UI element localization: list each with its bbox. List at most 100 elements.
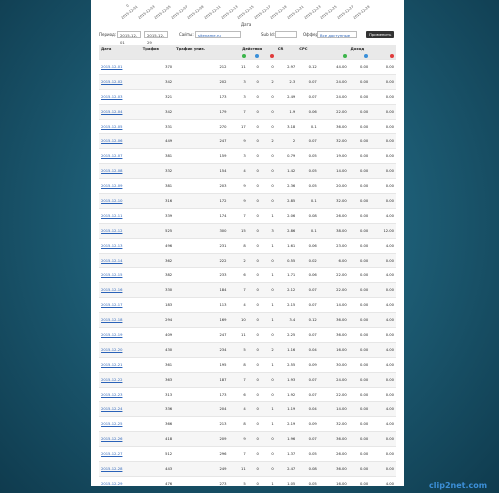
cell-unique: 204	[174, 401, 229, 418]
cell-approved: 6	[228, 387, 248, 403]
date-link[interactable]: 2015-12-11	[101, 214, 122, 218]
date-link[interactable]: 2015-12-15	[101, 273, 122, 277]
col-cr[interactable]: CR	[275, 45, 298, 52]
offers-select[interactable]: Все доступные	[317, 31, 357, 38]
date-link[interactable]: 2015-12-21	[101, 363, 122, 367]
col-date[interactable]: Дата	[99, 45, 141, 52]
date-link[interactable]: 2015-12-01	[101, 65, 122, 69]
cell-unique: 202	[174, 74, 229, 90]
date-link[interactable]: 2015-12-17	[101, 303, 122, 307]
apply-button[interactable]: Применить	[366, 31, 395, 38]
date-link[interactable]: 2015-12-14	[101, 259, 122, 263]
cell-date: 2015-12-11	[99, 208, 141, 224]
cell-rejected: 0	[260, 89, 276, 105]
cell-income-approved: 36.00	[318, 312, 349, 329]
subid-label: Sub Id:	[261, 32, 275, 37]
cell-rejected: 1	[260, 401, 276, 418]
period-label: Период:	[99, 32, 117, 37]
date-link[interactable]: 2015-12-26	[101, 437, 122, 441]
cell-unique: 184	[174, 282, 229, 299]
cell-pending: 0	[247, 401, 261, 418]
date-link[interactable]: 2015-12-12	[101, 229, 122, 233]
cell-income-rejected: 12.00	[370, 223, 396, 239]
cell-unique: 159	[174, 148, 229, 165]
date-link[interactable]: 2015-12-23	[101, 393, 122, 397]
cell-income-approved: 36.00	[318, 327, 349, 343]
cell-income-rejected: 0.00	[370, 431, 396, 448]
cell-rejected: 0	[260, 431, 276, 448]
date-link[interactable]: 2015-12-08	[101, 169, 122, 173]
date-link[interactable]: 2015-12-20	[101, 348, 122, 352]
cell-cr: 2	[275, 133, 298, 150]
cell-traffic: 381	[140, 148, 175, 165]
cell-approved: 7	[228, 208, 248, 224]
date-link[interactable]: 2015-12-06	[101, 139, 122, 143]
date-link[interactable]: 2015-12-25	[101, 422, 122, 426]
cell-income-rejected: 0.00	[370, 193, 396, 209]
date-link[interactable]: 2015-12-18	[101, 318, 122, 322]
cell-income-rejected: 0.00	[370, 387, 396, 403]
cell-rejected: 0	[260, 59, 276, 75]
date-link[interactable]: 2015-12-05	[101, 125, 122, 129]
col-cpc[interactable]: CPC	[297, 45, 319, 52]
date-link[interactable]: 2015-12-22	[101, 378, 122, 382]
date-link[interactable]: 2015-12-28	[101, 467, 122, 471]
cell-cpc: 0.07	[297, 387, 319, 403]
cell-income-approved: 36.00	[318, 119, 349, 135]
cell-date: 2015-12-01	[99, 59, 141, 75]
cell-unique: 173	[174, 89, 229, 105]
date-link[interactable]: 2015-12-29	[101, 482, 122, 486]
col-income[interactable]: Доход	[318, 45, 396, 52]
chart-area: 0 2015-12-01 2015-12-03 2015-12-05 2015-12-…	[91, 0, 404, 28]
date-link[interactable]: 2015-12-24	[101, 407, 122, 411]
cell-pending: 0	[247, 387, 261, 403]
table-row: 2015-12-16 330 184 7 0 0 2.12 0.07 22.00 0.00 0.00	[99, 282, 396, 299]
date-link[interactable]: 2015-12-10	[101, 199, 122, 203]
date-link[interactable]: 2015-12-02	[101, 80, 122, 84]
cell-date: 2015-12-13	[99, 238, 141, 254]
cell-rejected: 1	[260, 416, 276, 433]
cell-cpc: 0.07	[297, 74, 319, 90]
cell-approved: 4	[228, 401, 248, 418]
date-to-input[interactable]: 2015-12-29	[144, 31, 168, 45]
cell-traffic: 336	[140, 401, 175, 418]
cell-traffic: 476	[140, 476, 175, 486]
cell-unique: 247	[174, 133, 229, 150]
cell-pending: 0	[247, 327, 261, 343]
cell-cpc: 0.1	[297, 193, 319, 209]
subid-input[interactable]	[275, 31, 297, 38]
cell-rejected: 0	[260, 104, 276, 120]
cell-cr: 2.85	[275, 193, 298, 209]
table-row: 2015-12-14 362 222 2 0 0 0.55 0.02 6.00 0.00 0.00	[99, 253, 396, 269]
date-link[interactable]: 2015-12-16	[101, 288, 122, 292]
cell-pending: 0	[247, 446, 261, 463]
date-link[interactable]: 2015-12-09	[101, 184, 122, 188]
cell-approved: 7	[228, 372, 248, 388]
cell-cpc: 0.07	[297, 431, 319, 448]
cell-income-rejected: 0.00	[370, 59, 396, 75]
cell-cpc: 0.06	[297, 238, 319, 254]
sites-select[interactable]: sitename.ru	[195, 31, 241, 38]
date-link[interactable]: 2015-12-04	[101, 110, 122, 114]
date-link[interactable]: 2015-12-19	[101, 333, 122, 337]
cell-cpc: 0.07	[297, 297, 319, 314]
cell-cr: 2.55	[275, 357, 298, 373]
cell-income-rejected: 0.00	[370, 253, 396, 269]
date-link[interactable]: 2015-12-27	[101, 452, 122, 456]
cell-traffic: 496	[140, 238, 175, 254]
cell-approved: 10	[228, 312, 248, 329]
date-link[interactable]: 2015-12-07	[101, 154, 122, 158]
col-actions[interactable]: Действия	[228, 45, 276, 52]
cell-cr: 1.42	[275, 163, 298, 180]
date-link[interactable]: 2015-12-03	[101, 95, 122, 99]
col-unique-traffic[interactable]: Трафик уник.	[174, 45, 229, 52]
date-link[interactable]: 2015-12-13	[101, 244, 122, 248]
cell-income-pending: 0.00	[348, 446, 371, 463]
table-row: 2015-12-11 339 174 7 0 1 2.06 0.08 26.00 0.00 4.00	[99, 208, 396, 224]
cell-date: 2015-12-06	[99, 133, 141, 150]
cell-income-pending: 0.00	[348, 208, 371, 224]
date-from-input[interactable]: 2015-12-01	[117, 31, 141, 45]
col-traffic[interactable]: Трафик	[140, 45, 175, 52]
cell-cr: 0.79	[275, 148, 298, 165]
cell-rejected: 2	[260, 342, 276, 358]
